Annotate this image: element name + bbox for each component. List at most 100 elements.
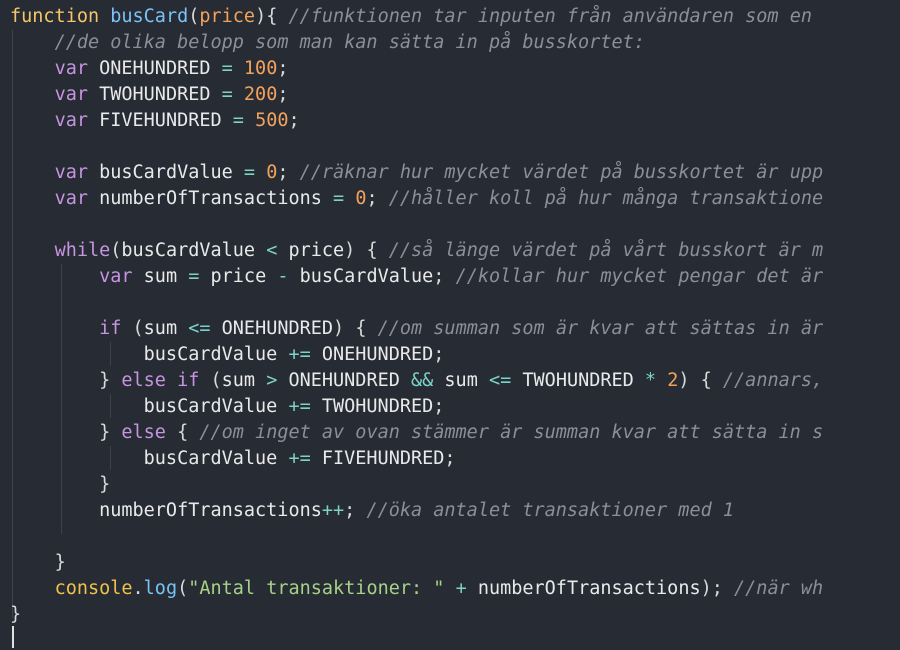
code-line[interactable]: if (sum <= ONEHUNDRED) { //om summan som…: [0, 316, 823, 342]
code-line[interactable]: var FIVEHUNDRED = 500;: [0, 108, 823, 134]
punctuation-token: ;: [366, 188, 378, 209]
punctuation-token: {: [700, 370, 712, 391]
comment-token: //håller koll på hur många transaktione: [388, 188, 824, 209]
code-line[interactable]: numberOfTransactions++; //öka antalet tr…: [0, 498, 823, 524]
code-line[interactable]: var busCardValue = 0; //räknar hur mycke…: [0, 160, 824, 186]
code-text: sum: [433, 370, 489, 391]
code-text: busCardValue: [87, 162, 244, 183]
code-line[interactable]: } else { //om inget av ovan stämmer är s…: [0, 420, 823, 446]
code-line[interactable]: }: [0, 602, 823, 628]
operator-token: +=: [288, 344, 311, 365]
code-line[interactable]: [0, 524, 823, 550]
punctuation-token: ;: [444, 448, 456, 469]
code-text: busCardValue: [288, 266, 434, 287]
comment-token: //öka antalet transaktioner med 1: [366, 500, 734, 521]
code-area[interactable]: function busCard(price){ //funktionen ta…: [0, 4, 823, 628]
code-line[interactable]: } else if (sum > ONEHUNDRED && sum <= TW…: [0, 368, 823, 394]
comment-token: //funktionen tar inputen från användaren…: [288, 6, 812, 27]
code-line[interactable]: busCardValue += FIVEHUNDRED;: [0, 446, 823, 472]
punctuation-token: ;: [277, 58, 289, 79]
code-line[interactable]: [0, 134, 823, 160]
punctuation-token: (: [188, 6, 200, 27]
punctuation-token: ): [344, 240, 356, 261]
code-text: sum: [143, 318, 189, 339]
number-token: 0: [355, 188, 367, 209]
code-line[interactable]: var sum = price - busCardValue; //kollar…: [0, 264, 823, 290]
code-line[interactable]: var TWOHUNDRED = 200;: [0, 82, 823, 108]
operator-token: +=: [288, 396, 311, 417]
punctuation-token: (: [210, 370, 222, 391]
code-line[interactable]: function busCard(price){ //funktionen ta…: [0, 4, 823, 30]
punctuation-token: {: [355, 318, 367, 339]
operator-token: =: [243, 162, 256, 183]
operator-token: =: [221, 58, 233, 79]
code-line[interactable]: console.log("Antal transaktioner: " + nu…: [0, 576, 824, 602]
code-line[interactable]: }: [0, 550, 823, 576]
operator-token: <: [266, 240, 278, 261]
code-line[interactable]: busCardValue += TWOHUNDRED;: [0, 394, 823, 420]
operator-token: +=: [288, 448, 311, 469]
text-cursor: [12, 626, 14, 648]
operator-token: <=: [488, 370, 512, 391]
code-line[interactable]: var numberOfTransactions = 0; //håller k…: [0, 186, 824, 212]
code-editor[interactable]: function busCard(price){ //funktionen ta…: [0, 0, 900, 650]
code-text: TWOHUNDRED: [310, 396, 434, 417]
code-text: busCardValue: [10, 344, 289, 365]
comment-token: //om inget av ovan stämmer är summan kva…: [199, 422, 824, 443]
keyword-token: var: [54, 162, 88, 183]
punctuation-token: ): [333, 318, 345, 339]
operator-token: +: [455, 578, 467, 599]
keyword-token: var: [99, 266, 133, 287]
keyword-token: var: [54, 188, 88, 209]
code-line[interactable]: }: [0, 472, 823, 498]
function-name-token: log: [143, 578, 178, 599]
operator-token: &&: [411, 370, 434, 391]
number-token: 2: [667, 370, 679, 391]
operator-token: <=: [188, 318, 211, 339]
parameter-token: price: [199, 6, 256, 27]
keyword-token: else if: [121, 370, 200, 391]
operator-token: *: [644, 370, 657, 391]
punctuation-token: ): [678, 370, 690, 391]
code-line[interactable]: var ONEHUNDRED = 100;: [0, 56, 823, 82]
code-line[interactable]: //de olika belopp som man kan sätta in p…: [0, 30, 823, 56]
code-line[interactable]: [0, 212, 823, 238]
code-text: ONEHUNDRED: [210, 318, 334, 339]
code-line[interactable]: busCardValue += ONEHUNDRED;: [0, 342, 823, 368]
keyword-token: var: [54, 84, 88, 105]
keyword-token: if: [99, 318, 122, 339]
code-text: numberOfTransactions: [87, 188, 334, 209]
punctuation-token: }: [54, 552, 66, 573]
punctuation-token: (: [132, 318, 144, 339]
function-name-token: busCard: [110, 6, 189, 27]
operator-token: ++: [321, 500, 345, 521]
code-line[interactable]: [0, 290, 823, 316]
code-text: busCardValue: [121, 240, 267, 261]
code-line[interactable]: while(busCardValue < price) { //så länge…: [0, 238, 824, 264]
